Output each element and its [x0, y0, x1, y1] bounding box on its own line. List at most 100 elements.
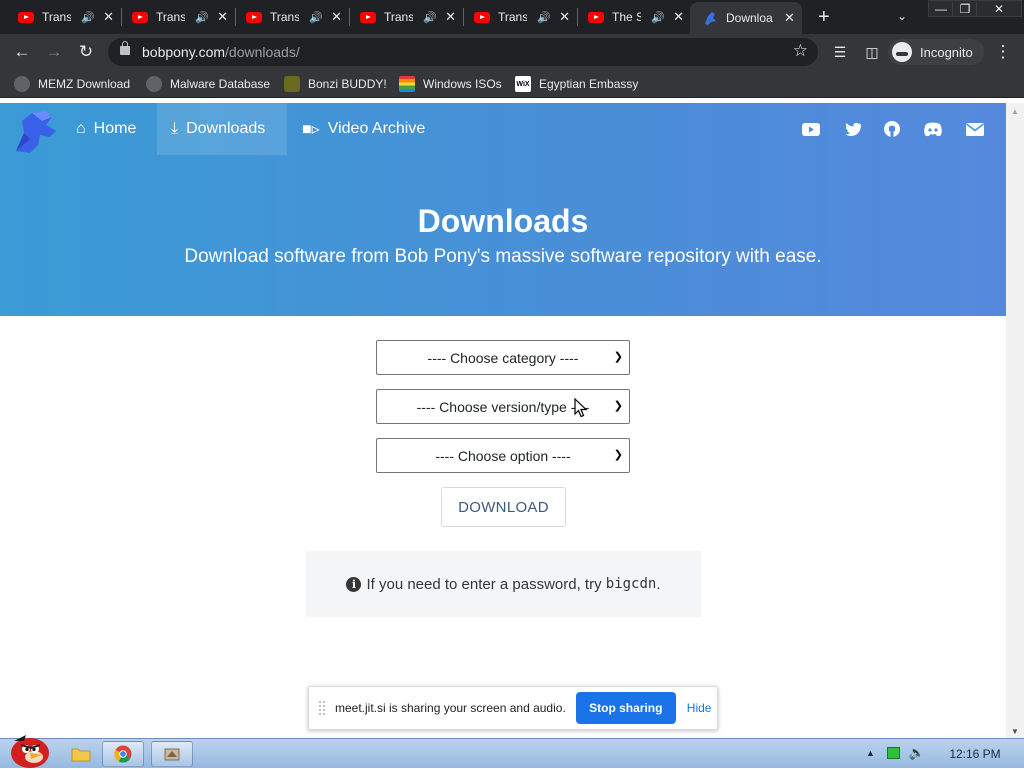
close-tab-icon[interactable]: ✕ — [331, 9, 342, 25]
close-tab-icon[interactable]: ✕ — [445, 9, 456, 25]
bookmark-egyptian-embassy[interactable]: WiX Egyptian Embassy — [515, 75, 638, 93]
github-icon[interactable] — [882, 121, 902, 137]
speaker-icon[interactable]: 🔊 — [81, 11, 95, 24]
browser-tab[interactable]: Trans 🔊 ✕ — [114, 3, 228, 31]
back-button[interactable]: ← — [10, 40, 34, 64]
speaker-icon[interactable]: 🔊 — [309, 11, 323, 24]
tab-title: Trans — [156, 10, 186, 24]
browser-tab[interactable]: The S 🔊 ✕ — [570, 3, 684, 31]
close-tab-icon[interactable]: ✕ — [103, 9, 114, 25]
chevron-down-icon: ❯ — [613, 351, 623, 363]
bobpony-icon — [705, 12, 716, 25]
nav-video-archive[interactable]: ■▹ Video Archive — [290, 103, 437, 155]
menu-kebab-icon[interactable]: ⋮ — [991, 40, 1015, 64]
bookmark-windows-isos[interactable]: Windows ISOs — [399, 75, 502, 93]
browser-tab-active[interactable]: Downloa ✕ — [690, 2, 802, 34]
bookmark-label: Bonzi BUDDY! — [308, 77, 387, 91]
bookmark-malware-database[interactable]: Malware Database — [146, 75, 270, 93]
speaker-icon[interactable]: 🔊 — [537, 11, 551, 24]
forward-button[interactable]: → — [42, 40, 66, 64]
notice-text: If you need to enter a password, try — [366, 575, 606, 593]
lock-icon[interactable] — [120, 41, 130, 55]
browser-tab[interactable]: Trans 🔊 ✕ — [228, 3, 342, 31]
bookmark-label: Malware Database — [170, 77, 271, 91]
scroll-down-arrow-icon[interactable]: ▼ — [1011, 727, 1019, 736]
taskbar-chrome[interactable] — [102, 741, 144, 767]
youtube-icon[interactable] — [801, 121, 821, 137]
chevron-down-icon: ❯ — [613, 400, 623, 412]
bookmarks-bar: MEMZ Download Malware Database Bonzi BUD… — [0, 70, 1024, 98]
browser-tab-strip: Trans 🔊 ✕ Trans 🔊 ✕ Trans 🔊 ✕ Trans 🔊 ✕ … — [0, 0, 1024, 34]
incognito-icon — [892, 42, 912, 62]
download-icon: ⤓ — [171, 120, 179, 137]
tab-title: Downloa — [726, 11, 773, 25]
volume-icon[interactable]: 🔈 — [909, 745, 925, 761]
speaker-icon[interactable]: 🔊 — [195, 11, 209, 24]
taskbar-clock[interactable]: 12:16 PM — [940, 747, 1010, 761]
url-text: bobpony.com/downloads/ — [142, 44, 300, 60]
nav-home[interactable]: ⌂ Home — [64, 103, 148, 155]
close-tab-icon[interactable]: ✕ — [559, 9, 570, 25]
password-code: bigcdn — [605, 576, 657, 592]
nav-label: Home — [93, 120, 137, 137]
category-select[interactable]: ---- Choose category ---- ❯ — [376, 340, 630, 375]
tab-title: Trans — [42, 10, 72, 24]
address-bar[interactable]: bobpony.com/downloads/ ☆ — [108, 38, 818, 66]
bookmark-memz[interactable]: MEMZ Download — [14, 75, 130, 93]
bonzi-icon — [284, 76, 300, 92]
restore-button[interactable]: ❐ — [952, 0, 978, 17]
new-tab-button[interactable]: + — [818, 7, 830, 27]
close-tab-icon[interactable]: ✕ — [784, 10, 795, 26]
hide-share-bar-button[interactable]: Hide — [687, 701, 712, 715]
browser-tab[interactable]: Trans 🔊 ✕ — [342, 3, 456, 31]
webpage: ⌂ Home ⤓ Downloads ■▹ Video Archive Down… — [0, 103, 1006, 738]
version-select[interactable]: ---- Choose version/type ---- ❯ — [376, 389, 630, 424]
nav-downloads[interactable]: ⤓ Downloads — [157, 103, 287, 155]
email-icon[interactable] — [965, 121, 985, 137]
windows-flag-icon — [399, 76, 415, 92]
home-icon: ⌂ — [76, 120, 86, 137]
show-hidden-icons-arrow-icon[interactable]: ▲ — [866, 748, 875, 758]
minimize-button[interactable]: — — [928, 0, 954, 17]
browser-toolbar: ← → ↻ bobpony.com/downloads/ ☆ ☰ ◫ Incog… — [0, 34, 1024, 70]
youtube-icon — [246, 11, 262, 23]
youtube-icon — [132, 11, 148, 23]
tab-search-chevron-icon[interactable]: ⌄ — [897, 9, 907, 23]
scroll-up-arrow-icon[interactable]: ▲ — [1011, 107, 1019, 116]
speaker-icon[interactable]: 🔊 — [651, 11, 665, 24]
browser-tab[interactable]: Trans 🔊 ✕ — [0, 3, 114, 31]
taskbar-app[interactable] — [151, 741, 193, 767]
drag-handle-icon[interactable] — [319, 701, 325, 715]
media-control-icon[interactable]: ☰ — [828, 40, 852, 64]
network-icon[interactable] — [886, 747, 900, 759]
incognito-profile-button[interactable]: Incognito — [888, 39, 984, 65]
stop-sharing-button[interactable]: Stop sharing — [575, 692, 676, 724]
video-camera-icon: ■▹ — [302, 121, 320, 138]
browser-tab[interactable]: Trans 🔊 ✕ — [456, 3, 570, 31]
bookmark-star-icon[interactable]: ☆ — [793, 41, 808, 61]
side-panel-icon[interactable]: ◫ — [860, 40, 884, 64]
close-tab-icon[interactable]: ✕ — [217, 9, 228, 25]
vertical-scrollbar[interactable]: ▲ ▼ — [1006, 103, 1024, 738]
youtube-icon — [588, 11, 604, 23]
chrome-icon — [114, 745, 132, 763]
taskbar-file-explorer[interactable] — [60, 741, 102, 767]
url-host: bobpony.com — [142, 44, 226, 60]
angry-bird-start-icon[interactable] — [4, 731, 52, 769]
category-select-value: ---- Choose category ---- — [427, 349, 579, 366]
close-tab-icon[interactable]: ✕ — [673, 9, 684, 25]
option-select-value: ---- Choose option ---- — [435, 447, 571, 464]
speaker-icon[interactable]: 🔊 — [423, 11, 437, 24]
reload-button[interactable]: ↻ — [74, 40, 98, 64]
bookmark-bonzi-buddy[interactable]: Bonzi BUDDY! — [284, 75, 387, 93]
share-message: meet.jit.si is sharing your screen and a… — [335, 701, 566, 715]
bobpony-logo[interactable] — [12, 107, 62, 157]
discord-icon[interactable] — [923, 121, 943, 137]
tab-title: Trans — [270, 10, 300, 24]
globe-icon — [146, 76, 162, 92]
close-window-button[interactable]: ✕ — [976, 0, 1022, 17]
option-select[interactable]: ---- Choose option ---- ❯ — [376, 438, 630, 473]
download-button[interactable]: DOWNLOAD — [441, 487, 566, 527]
password-notice: i If you need to enter a password, try b… — [306, 551, 701, 617]
twitter-icon[interactable] — [842, 121, 862, 137]
